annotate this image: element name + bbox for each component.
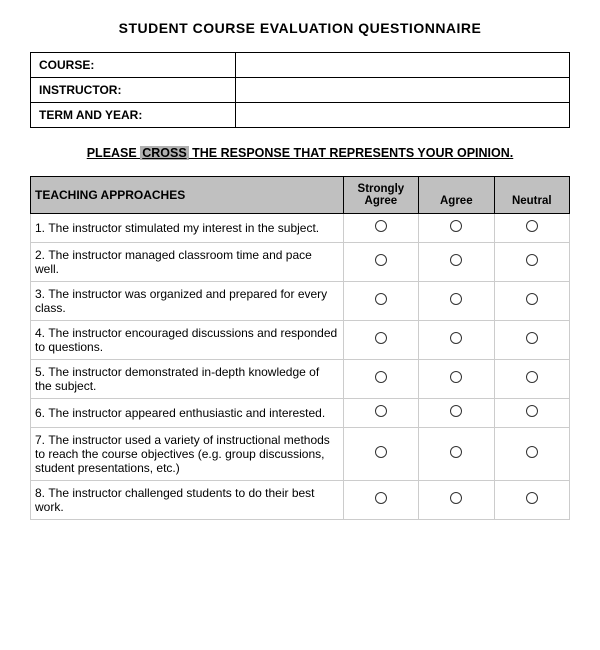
- page-title: STUDENT COURSE EVALUATION QUESTIONNAIRE: [30, 20, 570, 36]
- radio-neutral[interactable]: [494, 481, 569, 520]
- info-value[interactable]: [235, 103, 569, 128]
- table-row: 5. The instructor demonstrated in-depth …: [31, 360, 570, 399]
- info-label: TERM AND YEAR:: [31, 103, 236, 128]
- radio-neutral[interactable]: [494, 399, 569, 428]
- table-row: 1. The instructor stimulated my interest…: [31, 214, 570, 243]
- question-text: 1. The instructor stimulated my interest…: [31, 214, 344, 243]
- table-row: 3. The instructor was organized and prep…: [31, 282, 570, 321]
- col-header-agree: Agree: [419, 177, 494, 214]
- radio-strongly-agree[interactable]: [343, 399, 418, 428]
- question-text: 3. The instructor was organized and prep…: [31, 282, 344, 321]
- table-row: 6. The instructor appeared enthusiastic …: [31, 399, 570, 428]
- table-row: 7. The instructor used a variety of inst…: [31, 428, 570, 481]
- col-header-question: TEACHING APPROACHES: [31, 177, 344, 214]
- question-text: 7. The instructor used a variety of inst…: [31, 428, 344, 481]
- table-row: 8. The instructor challenged students to…: [31, 481, 570, 520]
- question-text: 6. The instructor appeared enthusiastic …: [31, 399, 344, 428]
- table-row: 4. The instructor encouraged discussions…: [31, 321, 570, 360]
- question-text: 8. The instructor challenged students to…: [31, 481, 344, 520]
- info-table: COURSE:INSTRUCTOR:TERM AND YEAR:: [30, 52, 570, 128]
- radio-agree[interactable]: [419, 399, 494, 428]
- question-text: 2. The instructor managed classroom time…: [31, 243, 344, 282]
- col-header-neutral: Neutral: [494, 177, 569, 214]
- radio-neutral[interactable]: [494, 214, 569, 243]
- info-label: INSTRUCTOR:: [31, 78, 236, 103]
- info-label: COURSE:: [31, 53, 236, 78]
- radio-agree[interactable]: [419, 360, 494, 399]
- radio-neutral[interactable]: [494, 243, 569, 282]
- col-header-strongly-agree: StronglyAgree: [343, 177, 418, 214]
- info-value[interactable]: [235, 78, 569, 103]
- question-text: 4. The instructor encouraged discussions…: [31, 321, 344, 360]
- radio-strongly-agree[interactable]: [343, 481, 418, 520]
- radio-strongly-agree[interactable]: [343, 282, 418, 321]
- radio-agree[interactable]: [419, 282, 494, 321]
- radio-strongly-agree[interactable]: [343, 214, 418, 243]
- instruction: PLEASE CROSS THE RESPONSE THAT REPRESENT…: [30, 146, 570, 160]
- question-text: 5. The instructor demonstrated in-depth …: [31, 360, 344, 399]
- radio-neutral[interactable]: [494, 428, 569, 481]
- radio-strongly-agree[interactable]: [343, 243, 418, 282]
- radio-agree[interactable]: [419, 321, 494, 360]
- radio-agree[interactable]: [419, 243, 494, 282]
- radio-neutral[interactable]: [494, 321, 569, 360]
- eval-table: TEACHING APPROACHES StronglyAgree Agree …: [30, 176, 570, 520]
- radio-agree[interactable]: [419, 481, 494, 520]
- radio-strongly-agree[interactable]: [343, 428, 418, 481]
- radio-neutral[interactable]: [494, 360, 569, 399]
- radio-neutral[interactable]: [494, 282, 569, 321]
- radio-agree[interactable]: [419, 428, 494, 481]
- info-value[interactable]: [235, 53, 569, 78]
- table-row: 2. The instructor managed classroom time…: [31, 243, 570, 282]
- radio-agree[interactable]: [419, 214, 494, 243]
- radio-strongly-agree[interactable]: [343, 321, 418, 360]
- radio-strongly-agree[interactable]: [343, 360, 418, 399]
